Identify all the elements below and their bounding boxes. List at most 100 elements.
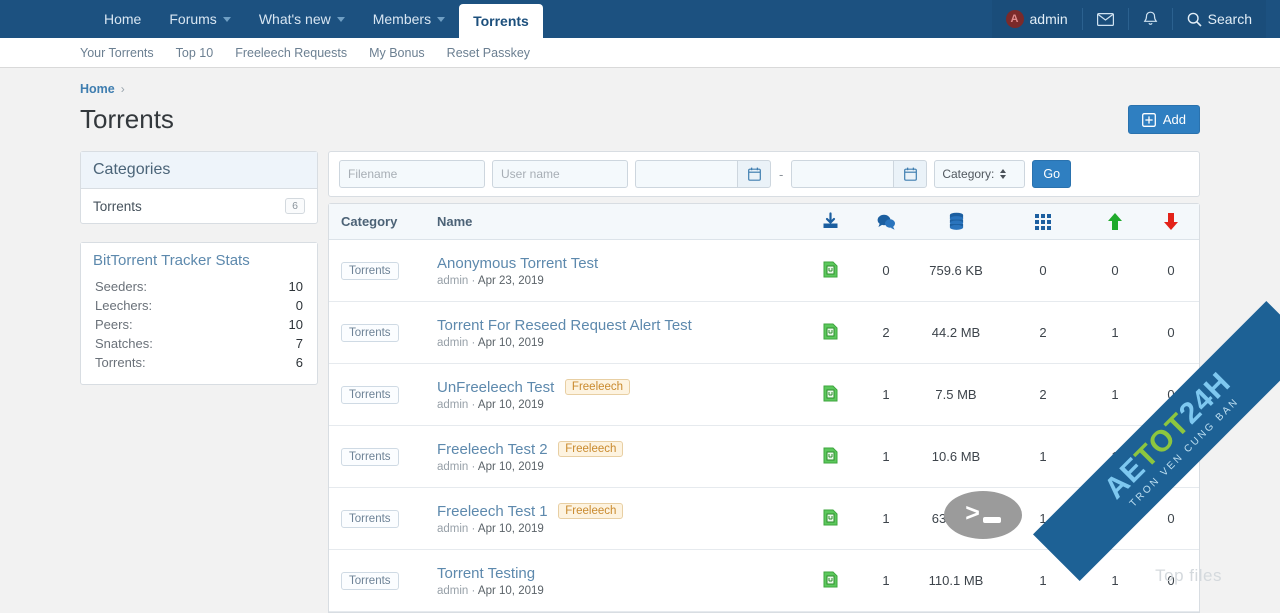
row-name-cell: Freeleech Test 1 Freeleech admin · Apr 1… bbox=[437, 502, 801, 535]
subnav-item-top-10[interactable]: Top 10 bbox=[176, 46, 214, 60]
row-size-cell: 7.5 MB bbox=[935, 387, 977, 402]
category-tag[interactable]: Torrents bbox=[341, 385, 399, 404]
category-select-label: Category: bbox=[942, 167, 995, 181]
row-snatches-cell: 2 bbox=[1039, 325, 1047, 340]
stat-value: 10 bbox=[288, 279, 303, 294]
calendar-icon bbox=[903, 167, 917, 181]
category-label: Torrents bbox=[93, 198, 142, 214]
category-tag[interactable]: Torrents bbox=[341, 261, 399, 280]
row-author[interactable]: admin bbox=[437, 523, 468, 535]
column-header-snatches[interactable] bbox=[999, 213, 1087, 231]
row-comments-cell: 0 bbox=[882, 263, 890, 278]
table-row[interactable]: Torrents UnFreeleech Test Freeleech admi… bbox=[329, 364, 1199, 426]
row-author[interactable]: admin bbox=[437, 399, 468, 411]
torrent-file-icon[interactable] bbox=[823, 509, 838, 526]
torrent-file-icon[interactable] bbox=[823, 571, 838, 588]
row-meta: admin · Apr 23, 2019 bbox=[437, 275, 801, 287]
torrent-file-icon[interactable] bbox=[823, 323, 838, 340]
row-size-cell: 44.2 MB bbox=[931, 325, 981, 340]
row-download-cell[interactable] bbox=[801, 571, 859, 591]
date-to-input[interactable] bbox=[791, 160, 894, 188]
nav-label: Forums bbox=[169, 11, 217, 27]
nav-label: Home bbox=[104, 11, 142, 27]
sidebar-item-torrents[interactable]: Torrents 6 bbox=[81, 189, 317, 223]
torrent-title-link[interactable]: Torrent For Reseed Request Alert Test bbox=[437, 317, 692, 334]
column-header-seeders[interactable] bbox=[1087, 212, 1143, 231]
subnav-item-reset-passkey[interactable]: Reset Passkey bbox=[447, 46, 530, 60]
column-header-downloads[interactable] bbox=[801, 212, 859, 231]
subnav-item-freeleech-requests[interactable]: Freeleech Requests bbox=[235, 46, 347, 60]
column-header-comments[interactable] bbox=[859, 213, 913, 230]
stat-row: Torrents: 6 bbox=[81, 353, 317, 372]
account-menu[interactable]: A admin bbox=[992, 0, 1082, 38]
torrent-title-link[interactable]: Freeleech Test 1 bbox=[437, 503, 548, 520]
username-label: admin bbox=[1029, 11, 1068, 27]
comments-icon bbox=[877, 214, 895, 230]
table-row[interactable]: Torrents Freeleech Test 2 Freeleech admi… bbox=[329, 426, 1199, 488]
table-row[interactable]: Torrents Torrent Testing admin · Apr 10,… bbox=[329, 550, 1199, 612]
stat-label: Peers: bbox=[95, 317, 133, 332]
nav-item-home[interactable]: Home bbox=[90, 0, 155, 38]
torrent-title-link[interactable]: Torrent Testing bbox=[437, 565, 535, 582]
torrent-title-link[interactable]: Freeleech Test 2 bbox=[437, 441, 548, 458]
username-input[interactable] bbox=[492, 160, 628, 188]
row-download-cell[interactable] bbox=[801, 261, 859, 281]
breadcrumb-home[interactable]: Home bbox=[80, 82, 115, 96]
nav-item-whats-new[interactable]: What's new bbox=[245, 0, 359, 38]
row-author[interactable]: admin bbox=[437, 275, 468, 287]
row-download-cell[interactable] bbox=[801, 509, 859, 529]
row-download-cell[interactable] bbox=[801, 323, 859, 343]
subnav-item-your-torrents[interactable]: Your Torrents bbox=[80, 46, 154, 60]
nav-item-torrents[interactable]: Torrents bbox=[459, 4, 543, 38]
go-button[interactable]: Go bbox=[1032, 160, 1072, 188]
add-button[interactable]: Add bbox=[1127, 105, 1200, 134]
primary-nav: Home Forums What's new Members Torrents bbox=[90, 0, 543, 38]
row-comments-cell: 1 bbox=[882, 573, 890, 588]
table-row[interactable]: Torrents Freeleech Test 1 Freeleech admi… bbox=[329, 488, 1199, 550]
breadcrumb-separator: › bbox=[120, 82, 125, 96]
subnav-item-my-bonus[interactable]: My Bonus bbox=[369, 46, 425, 60]
date-from-input[interactable] bbox=[635, 160, 737, 188]
category-tag[interactable]: Torrents bbox=[341, 447, 399, 466]
page-header: Torrents Add bbox=[80, 104, 1200, 135]
alerts-button[interactable] bbox=[1129, 0, 1172, 38]
date-from-group bbox=[635, 160, 771, 188]
torrent-file-icon[interactable] bbox=[823, 385, 838, 402]
row-comments-cell: 1 bbox=[882, 449, 890, 464]
torrent-title-link[interactable]: Anonymous Torrent Test bbox=[437, 255, 598, 272]
nav-item-forums[interactable]: Forums bbox=[155, 0, 244, 38]
filename-input[interactable] bbox=[339, 160, 485, 188]
nav-label: Members bbox=[372, 11, 432, 27]
column-header-name[interactable]: Name bbox=[437, 214, 801, 229]
row-snatches-cell: 1 bbox=[1039, 573, 1047, 588]
torrent-title-link[interactable]: UnFreeleech Test bbox=[437, 379, 554, 396]
row-download-cell[interactable] bbox=[801, 447, 859, 467]
category-tag[interactable]: Torrents bbox=[341, 571, 399, 590]
table-row[interactable]: Torrents Torrent For Reseed Request Aler… bbox=[329, 302, 1199, 364]
nav-item-members[interactable]: Members bbox=[359, 0, 459, 38]
category-tag[interactable]: Torrents bbox=[341, 323, 399, 342]
row-snatches-cell: 2 bbox=[1039, 387, 1047, 402]
row-seeders-cell: 1 bbox=[1111, 387, 1119, 402]
row-category-cell: Torrents bbox=[329, 385, 437, 404]
category-tag[interactable]: Torrents bbox=[341, 509, 399, 528]
search-button[interactable]: Search bbox=[1173, 0, 1266, 38]
torrent-file-icon[interactable] bbox=[823, 261, 838, 278]
table-row[interactable]: Torrents Anonymous Torrent Test admin · … bbox=[329, 240, 1199, 302]
date-to-picker-button[interactable] bbox=[893, 160, 928, 188]
row-author[interactable]: admin bbox=[437, 337, 468, 349]
avatar: A bbox=[1005, 10, 1024, 28]
row-seeders-cell: 1 bbox=[1111, 449, 1119, 464]
tracker-stats-block: BitTorrent Tracker Stats Seeders: 10 Lee… bbox=[80, 242, 318, 385]
row-download-cell[interactable] bbox=[801, 385, 859, 405]
nav-label: What's new bbox=[258, 11, 331, 27]
column-header-leechers[interactable] bbox=[1143, 212, 1199, 231]
tracker-stats-list: Seeders: 10 Leechers: 0 Peers: 10 Snatch… bbox=[81, 273, 317, 384]
column-header-size[interactable] bbox=[913, 212, 999, 231]
column-header-category[interactable]: Category bbox=[329, 214, 437, 229]
inbox-button[interactable] bbox=[1083, 0, 1128, 38]
date-from-picker-button[interactable] bbox=[737, 160, 771, 188]
torrent-file-icon[interactable] bbox=[823, 447, 838, 464]
category-select[interactable]: Category: bbox=[934, 160, 1026, 188]
row-author[interactable]: admin bbox=[437, 461, 468, 473]
